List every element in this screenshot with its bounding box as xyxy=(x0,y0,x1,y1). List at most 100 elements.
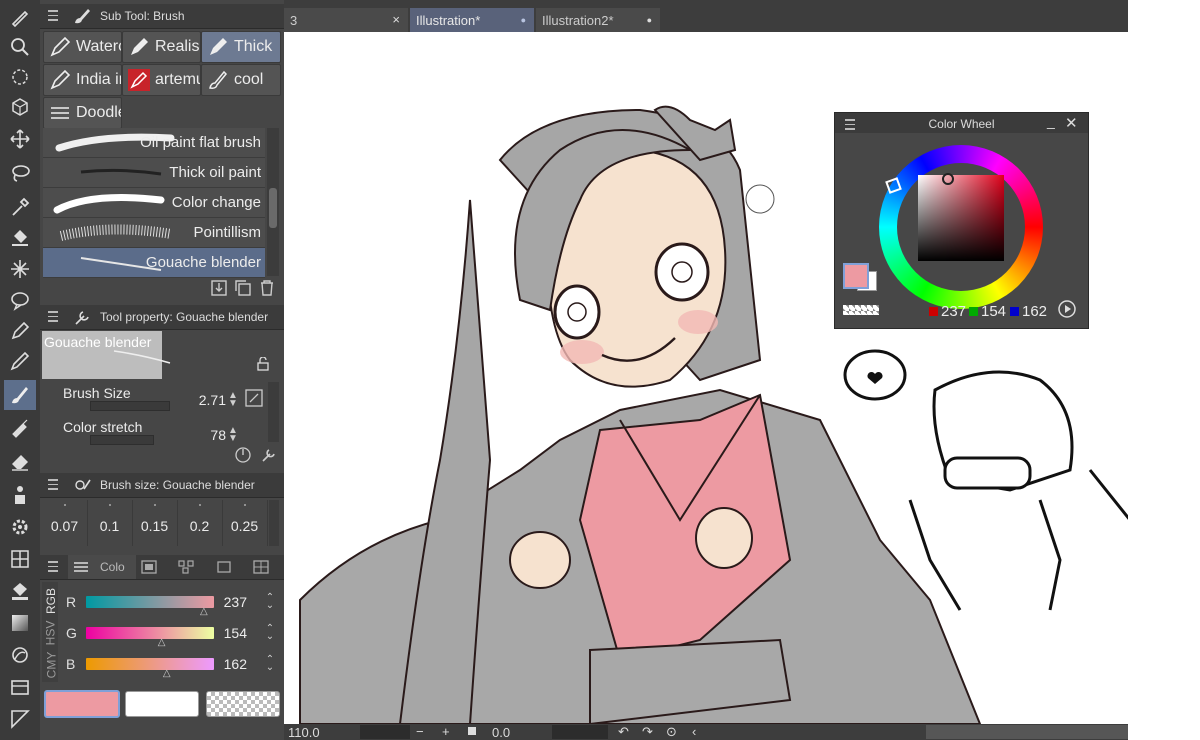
subtool-group-cool[interactable]: cool xyxy=(201,64,281,96)
tab-color-slider[interactable]: Colo xyxy=(68,555,136,579)
brush-size-preset[interactable]: 0.25 xyxy=(222,500,268,546)
brush-item[interactable]: Pointillism xyxy=(43,218,265,248)
reset-rotation-icon[interactable]: ⊙ xyxy=(666,724,677,740)
wrench-icon[interactable] xyxy=(260,446,278,464)
sub-color-swatch[interactable] xyxy=(125,691,199,717)
subtool-group-doodle[interactable]: Doodle xyxy=(43,97,122,129)
pen-icon[interactable] xyxy=(4,316,36,346)
brush-item[interactable]: Oil paint flat brush xyxy=(43,128,265,158)
brush-item[interactable]: Thick oil paint xyxy=(43,158,265,188)
subtool-group-realistic[interactable]: Realis xyxy=(122,31,201,63)
channel-g-value[interactable]: 154 xyxy=(210,625,247,641)
subtool-group-thick[interactable]: Thick xyxy=(201,31,281,63)
subtool-group-india-ink[interactable]: India ir xyxy=(43,64,122,96)
bucket-icon[interactable] xyxy=(4,576,36,606)
rotate-left-icon[interactable]: ↶ xyxy=(618,724,629,740)
approximate-color-icon[interactable] xyxy=(215,559,233,575)
channel-b-slider[interactable] xyxy=(86,658,214,670)
zoom-icon[interactable] xyxy=(4,32,36,62)
color-set-icon[interactable] xyxy=(140,559,158,575)
grid-icon[interactable] xyxy=(4,544,36,574)
gradient-icon[interactable] xyxy=(4,608,36,638)
balloon-icon[interactable] xyxy=(4,286,36,316)
tab-illustration[interactable]: Illustration* ● xyxy=(410,8,534,32)
brush-item[interactable]: Color change xyxy=(43,188,265,218)
pressure-icon[interactable] xyxy=(245,389,263,407)
play-icon[interactable] xyxy=(1057,299,1077,319)
minimize-icon[interactable]: _ xyxy=(1047,113,1055,129)
transparent-color-swatch[interactable] xyxy=(206,691,280,717)
color-wheel-titlebar[interactable]: Color Wheel _ ✕ xyxy=(835,113,1088,133)
fit-icon[interactable] xyxy=(468,727,476,735)
brush-size-preset[interactable]: 0.15 xyxy=(132,500,178,546)
lasso-select-icon[interactable] xyxy=(4,62,36,92)
close-icon[interactable]: ✕ xyxy=(1065,114,1078,132)
lasso-icon[interactable] xyxy=(4,158,36,188)
zoom-value[interactable]: 110.0 xyxy=(288,725,320,740)
history-icon[interactable] xyxy=(252,559,270,575)
download-icon[interactable] xyxy=(210,279,228,297)
brush-size-preset[interactable]: 0.2 xyxy=(177,500,223,546)
subtool-group-watercolor[interactable]: Waterc xyxy=(43,31,122,63)
brush-size-slider[interactable] xyxy=(90,401,170,411)
trash-icon[interactable] xyxy=(258,279,276,297)
rotation-value[interactable]: 0.0 xyxy=(492,725,510,740)
brush-size-spinner[interactable]: ▲ ▼ xyxy=(228,391,238,409)
rotate-right-icon[interactable]: ↷ xyxy=(642,724,653,740)
brush-size-panel-header[interactable]: Brush size: Gouache blender xyxy=(40,473,284,498)
channel-r-slider[interactable] xyxy=(86,596,214,608)
brush-item-selected[interactable]: Gouache blender xyxy=(43,248,265,278)
subtool-group-artemu[interactable]: artemu xyxy=(122,64,201,96)
zoom-out-icon[interactable]: − xyxy=(416,724,424,739)
channel-g-spinner[interactable]: ⌃ ⌄ xyxy=(265,624,275,642)
modified-dot-icon[interactable]: ● xyxy=(521,15,526,25)
duplicate-icon[interactable] xyxy=(234,279,252,297)
mode-hsv[interactable]: HSV xyxy=(43,621,57,646)
channel-r-value[interactable]: 237 xyxy=(210,594,247,610)
flip-icon[interactable]: ‹ xyxy=(692,724,696,739)
brush-size-scrollbar[interactable] xyxy=(269,500,279,546)
brush-size-preset[interactable]: 0.07 xyxy=(42,500,88,546)
channel-b-value[interactable]: 162 xyxy=(210,656,247,672)
channel-b-spinner[interactable]: ⌃ ⌄ xyxy=(265,655,275,673)
subtool-panel-header[interactable]: Sub Tool: Brush xyxy=(40,4,284,29)
gear-icon[interactable] xyxy=(4,512,36,542)
brush-icon[interactable] xyxy=(4,380,36,410)
color-stretch-spinner[interactable]: ▲ ▼ xyxy=(228,426,238,444)
airbrush-icon[interactable] xyxy=(4,412,36,442)
move-icon[interactable] xyxy=(4,124,36,154)
saturation-value-square[interactable] xyxy=(918,175,1004,261)
blend-icon[interactable] xyxy=(4,640,36,670)
modified-dot-icon[interactable]: ● xyxy=(647,15,652,25)
panel-menu-icon[interactable] xyxy=(48,311,58,322)
sparkle-icon[interactable] xyxy=(4,254,36,284)
zoom-in-icon[interactable]: + xyxy=(442,724,450,739)
color-stretch-slider[interactable] xyxy=(90,435,154,445)
color-stretch-value[interactable]: 78 xyxy=(190,427,226,443)
channel-r-spinner[interactable]: ⌃ ⌄ xyxy=(265,593,275,611)
lock-icon[interactable] xyxy=(256,357,270,371)
ruler-icon[interactable] xyxy=(4,704,36,734)
sv-cursor[interactable] xyxy=(942,173,954,185)
fill-icon[interactable] xyxy=(4,222,36,252)
panel-menu-icon[interactable] xyxy=(48,479,58,490)
tool-property-header[interactable]: Tool property: Gouache blender xyxy=(40,305,284,330)
horizontal-scrollbar[interactable] xyxy=(926,725,1128,739)
stabilizer-icon[interactable] xyxy=(234,446,252,464)
brush-list-scrollbar[interactable] xyxy=(267,128,279,276)
frame-icon[interactable] xyxy=(4,672,36,702)
channel-g-slider[interactable] xyxy=(86,627,214,639)
3d-move-icon[interactable] xyxy=(4,92,36,122)
close-icon[interactable]: × xyxy=(392,12,400,27)
brush-size-value[interactable]: 2.71 xyxy=(190,392,226,408)
tab-illustration2[interactable]: Illustration2* ● xyxy=(536,8,660,32)
intermediate-color-icon[interactable] xyxy=(177,559,195,575)
mode-rgb[interactable]: RGB xyxy=(44,588,58,614)
pen-tool-icon[interactable] xyxy=(4,2,36,32)
tool-property-scrollbar[interactable] xyxy=(268,382,279,442)
eraser-icon[interactable] xyxy=(4,446,36,476)
zoom-slider[interactable] xyxy=(360,725,410,739)
transparent-color-button[interactable] xyxy=(843,305,879,315)
figure-icon[interactable] xyxy=(4,480,36,510)
panel-menu-icon[interactable] xyxy=(48,10,58,21)
